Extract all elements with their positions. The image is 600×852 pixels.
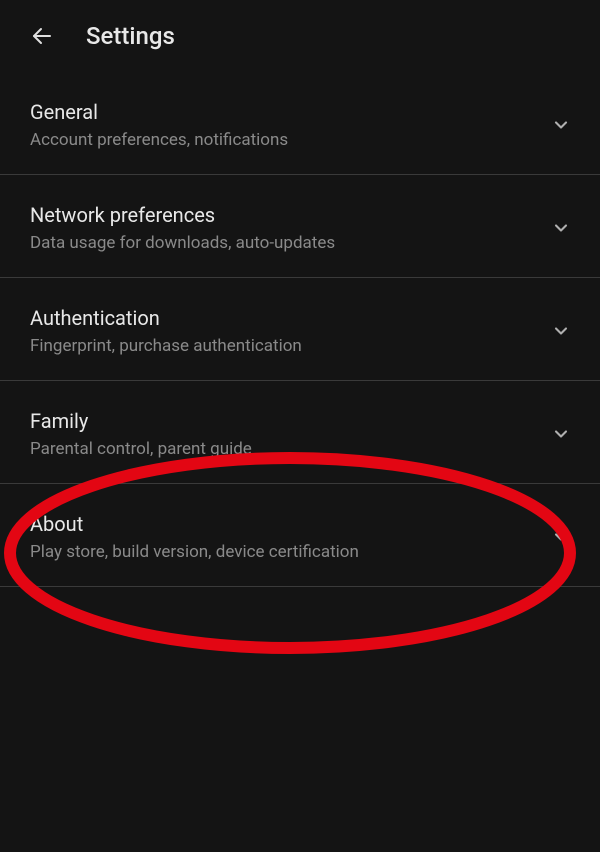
settings-list: General Account preferences, notificatio… [0, 72, 600, 587]
chevron-down-icon [550, 526, 572, 548]
settings-item-subtitle: Play store, build version, device certif… [30, 542, 538, 562]
back-button[interactable] [30, 24, 54, 48]
settings-item-text: General Account preferences, notificatio… [30, 100, 538, 150]
settings-item-subtitle: Data usage for downloads, auto-updates [30, 233, 538, 253]
settings-item-text: Family Parental control, parent guide [30, 409, 538, 459]
chevron-down-icon [550, 114, 572, 136]
settings-item-text: Network preferences Data usage for downl… [30, 203, 538, 253]
settings-item-about[interactable]: About Play store, build version, device … [0, 484, 600, 587]
page-title: Settings [86, 22, 175, 50]
settings-item-general[interactable]: General Account preferences, notificatio… [0, 72, 600, 175]
chevron-down-icon [550, 217, 572, 239]
chevron-down-icon [550, 423, 572, 445]
settings-item-subtitle: Account preferences, notifications [30, 130, 538, 150]
arrow-left-icon [30, 24, 54, 48]
settings-item-title: Family [30, 409, 538, 433]
settings-item-title: About [30, 512, 538, 536]
settings-item-title: General [30, 100, 538, 124]
settings-item-subtitle: Fingerprint, purchase authentication [30, 336, 538, 356]
settings-item-text: About Play store, build version, device … [30, 512, 538, 562]
settings-item-text: Authentication Fingerprint, purchase aut… [30, 306, 538, 356]
settings-item-network[interactable]: Network preferences Data usage for downl… [0, 175, 600, 278]
settings-item-authentication[interactable]: Authentication Fingerprint, purchase aut… [0, 278, 600, 381]
settings-item-family[interactable]: Family Parental control, parent guide [0, 381, 600, 484]
header: Settings [0, 0, 600, 72]
settings-item-subtitle: Parental control, parent guide [30, 439, 538, 459]
chevron-down-icon [550, 320, 572, 342]
settings-item-title: Network preferences [30, 203, 538, 227]
settings-item-title: Authentication [30, 306, 538, 330]
